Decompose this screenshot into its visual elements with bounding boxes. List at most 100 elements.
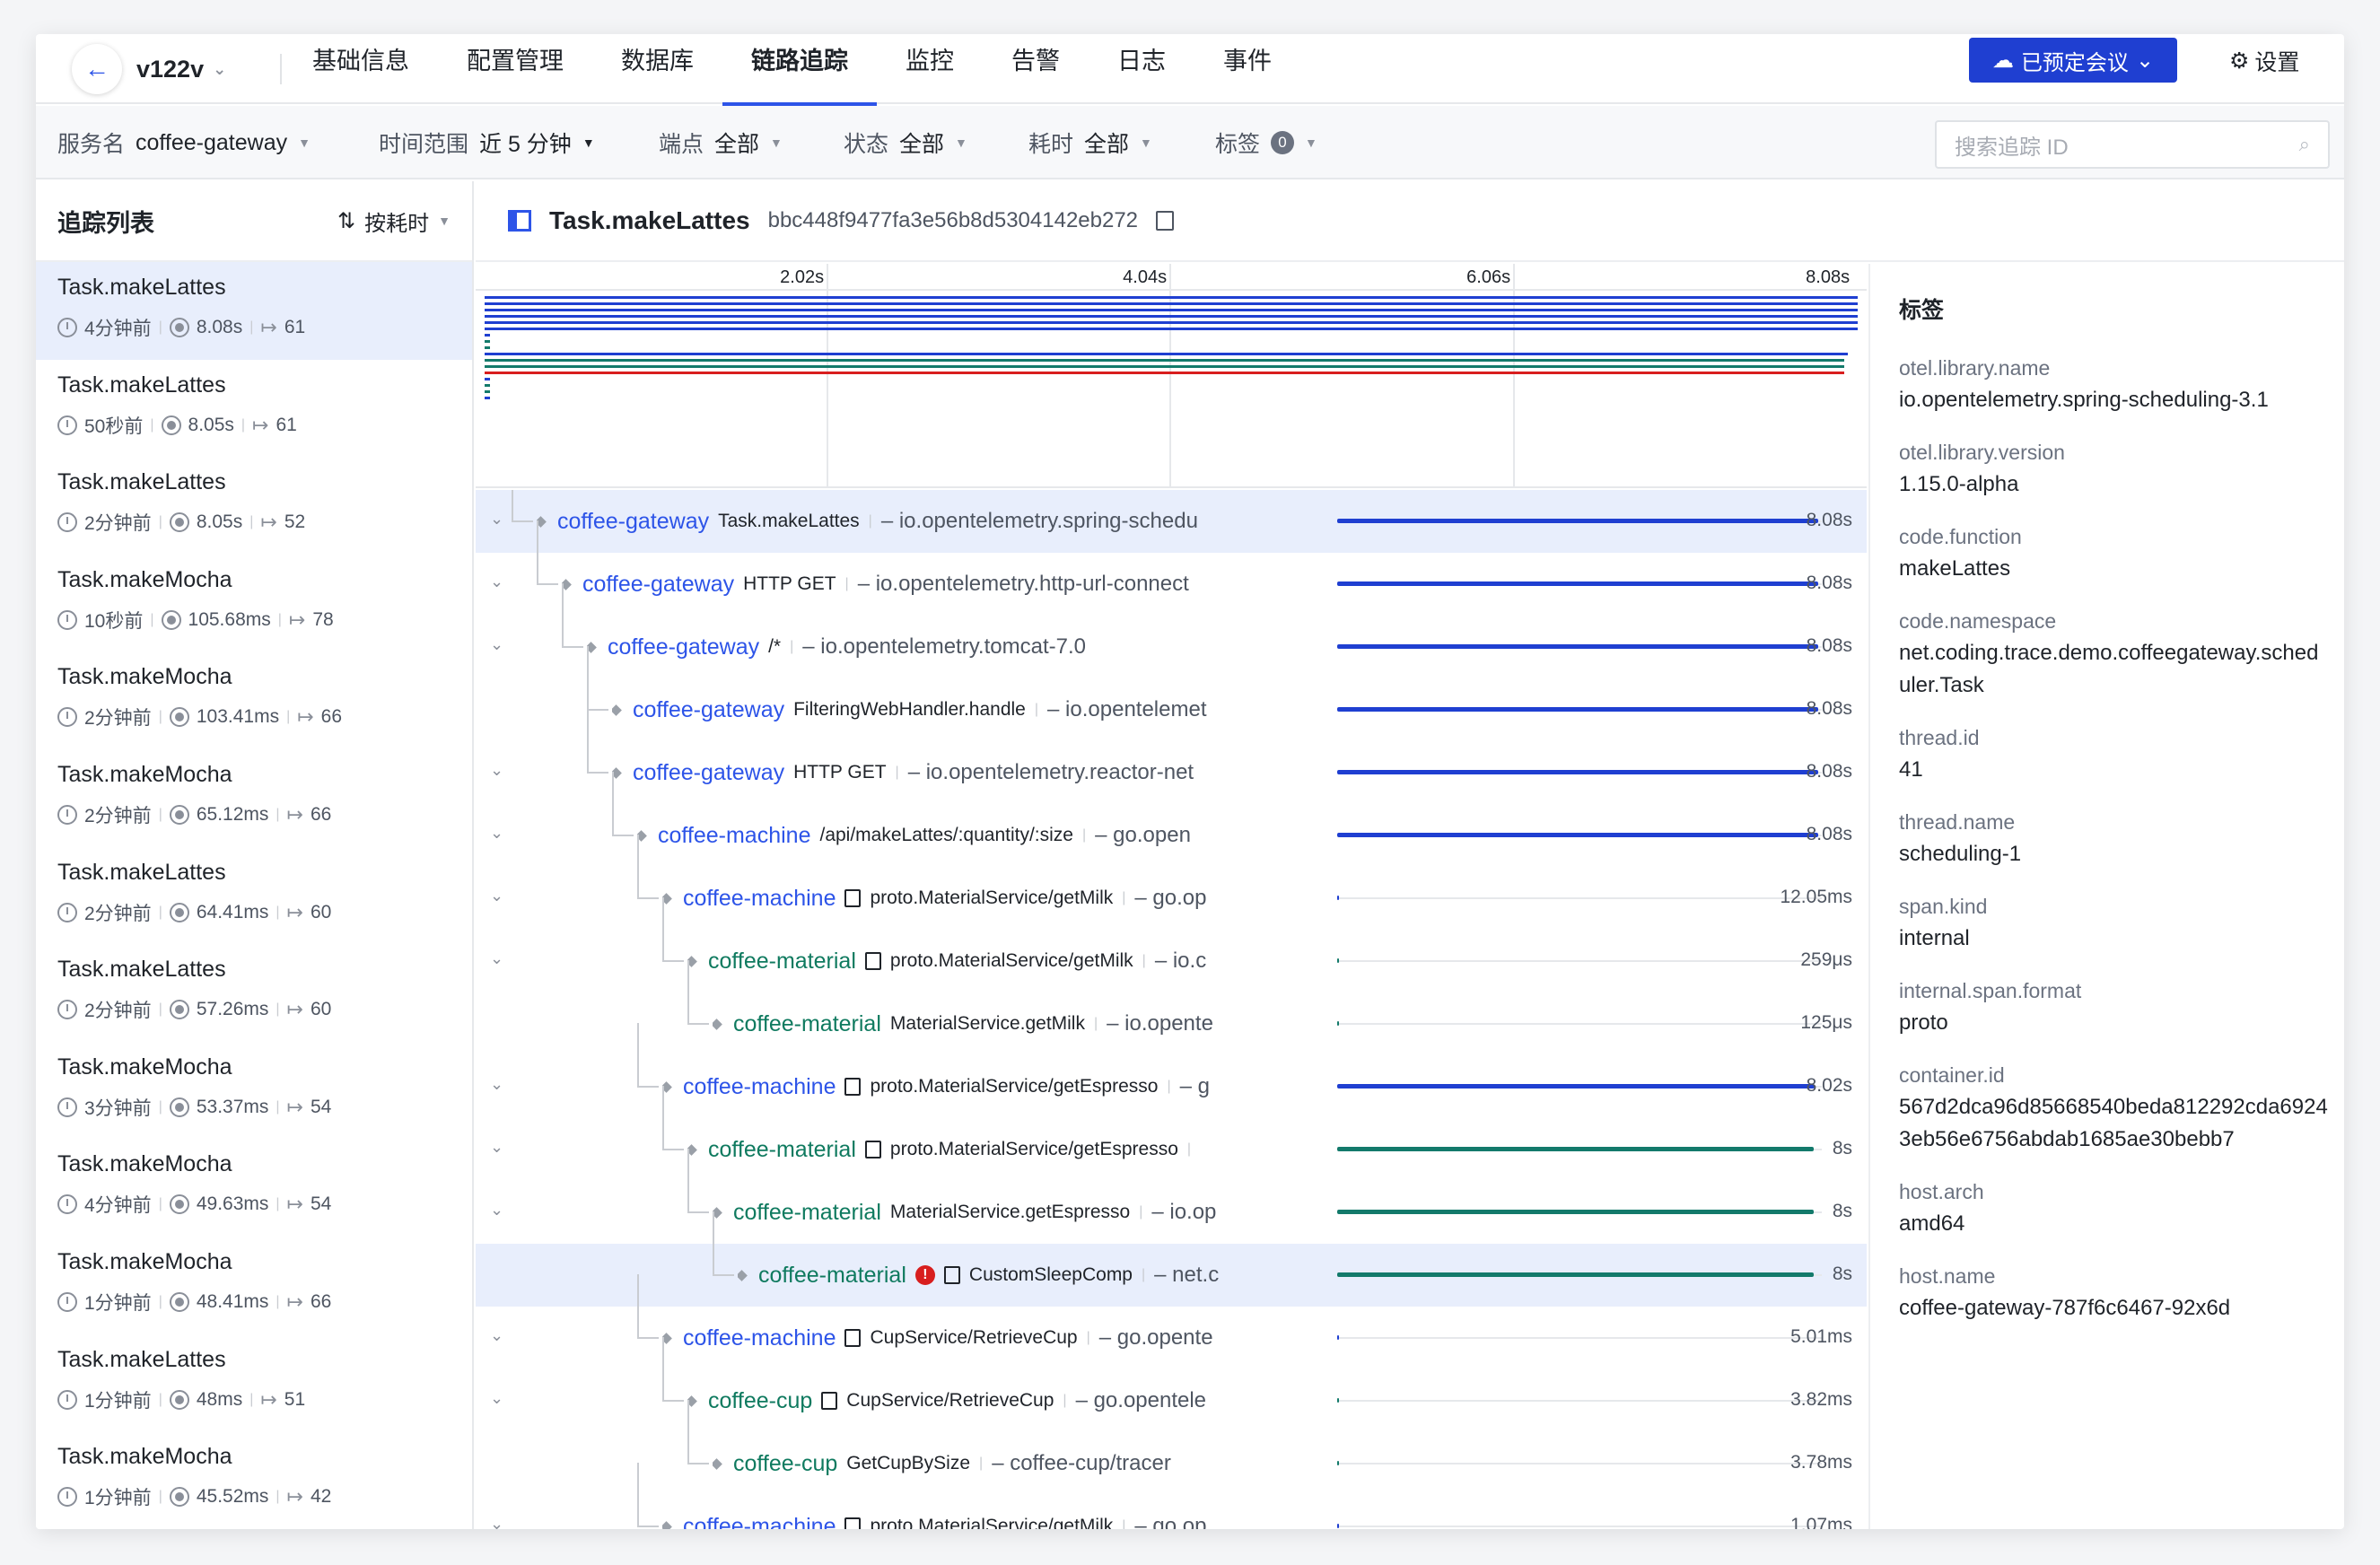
span-service-name[interactable]: coffee-machine xyxy=(683,886,836,912)
chevron-down-icon[interactable]: ⌄ xyxy=(490,635,503,654)
span-bar-track xyxy=(1337,960,1822,962)
span-row[interactable]: ⌄ coffee-machine/api/makeLattes/:quantity… xyxy=(476,772,1867,867)
filter-label: 时间范围 xyxy=(379,132,469,157)
back-arrow-icon[interactable]: ← xyxy=(72,44,122,94)
trace-list-item[interactable]: Task.makeMocha 4分钟前 | 49.63ms | ↦ 54 xyxy=(36,1139,472,1237)
span-service-name[interactable]: coffee-gateway xyxy=(633,697,784,723)
chevron-down-icon[interactable]: ⌄ xyxy=(490,1138,503,1157)
project-name: v122v xyxy=(136,55,205,83)
span-service-name[interactable]: coffee-material xyxy=(733,1200,881,1226)
nav-tab-7[interactable]: 事件 xyxy=(1194,34,1300,104)
span-service-name[interactable]: coffee-gateway xyxy=(633,760,784,786)
settings-label: 设置 xyxy=(2254,50,2300,75)
span-library: – net.c xyxy=(1154,1263,1220,1287)
span-row[interactable]: ⌄ coffee-gateway /* | – io.opentelemetry.tom… xyxy=(476,583,1867,678)
trace-list-item[interactable]: Task.makeMocha 1分钟前 | 48.41ms | ↦ 66 xyxy=(36,1237,472,1334)
span-service-name[interactable]: coffee-material xyxy=(708,949,856,975)
span-service-name[interactable]: coffee-machine xyxy=(658,823,810,849)
span-row[interactable]: ⌄ coffee-material proto.MaterialService/ge… xyxy=(476,1086,1867,1181)
trace-list-item[interactable]: Task.makeMocha 10秒前 | 105.68ms | ↦ 78 xyxy=(36,555,472,652)
booked-meeting-button[interactable]: ☁ 已预定会议 ⌄ xyxy=(1969,38,2177,83)
tree-connector xyxy=(612,772,614,835)
chevron-down-icon[interactable]: ⌄ xyxy=(490,887,503,905)
span-service-name[interactable]: coffee-cup xyxy=(708,1388,812,1414)
span-row[interactable]: ⌄ coffee-gateway Task.makeLattes | – io.open… xyxy=(476,490,1867,553)
span-service-name[interactable]: coffee-material xyxy=(733,1011,881,1037)
trace-list-item[interactable]: Task.makeLattes 2分钟前 | 64.41ms | ↦ 60 xyxy=(36,847,472,945)
tree-connector xyxy=(587,709,589,773)
trace-list-item[interactable]: Task.makeLattes 2分钟前 | 8.05s | ↦ 52 xyxy=(36,457,472,555)
span-duration: 1.07ms xyxy=(1790,1515,1852,1529)
chevron-down-icon[interactable]: ⌄ xyxy=(490,824,503,843)
span-duration: 125μs xyxy=(1800,1012,1852,1033)
span-service-name[interactable]: coffee-gateway xyxy=(582,572,734,598)
tags-filter[interactable]: 标签 0 ▼ xyxy=(1215,106,1317,179)
timer-icon xyxy=(161,415,181,435)
status-filter[interactable]: 状态 全部 ▼ xyxy=(844,106,967,179)
chevron-down-icon[interactable]: ⌄ xyxy=(490,510,503,529)
nav-tab-6[interactable]: 日志 xyxy=(1089,34,1194,104)
nav-tab-2[interactable]: 数据库 xyxy=(592,34,722,104)
span-row[interactable]: ⌄ coffee-machine proto.MaterialService/get… xyxy=(476,1023,1867,1118)
separator: | xyxy=(1086,1330,1090,1345)
filter-label: 标签 xyxy=(1215,132,1261,157)
span-service-name[interactable]: coffee-machine xyxy=(683,1325,836,1351)
span-service-name[interactable]: coffee-machine xyxy=(683,1514,836,1530)
trace-list-item[interactable]: Task.makeLattes 4分钟前 | 8.08s | ↦ 61 xyxy=(36,262,472,360)
span-service-name[interactable]: coffee-material xyxy=(708,1137,856,1163)
nav-tab-0[interactable]: 基础信息 xyxy=(284,34,438,104)
span-row[interactable]: coffee-cup GetCupBySize | – coffee-cup/trac… xyxy=(476,1400,1867,1495)
span-service-name[interactable]: coffee-cup xyxy=(733,1451,837,1477)
copy-icon[interactable] xyxy=(1156,211,1175,231)
tree-connector xyxy=(662,1149,684,1150)
span-service-name[interactable]: coffee-gateway xyxy=(608,634,759,660)
endpoint-filter[interactable]: 端点 全部 ▼ xyxy=(659,106,783,179)
span-row[interactable]: ⌄ coffee-material proto.MaterialService/ge… xyxy=(476,897,1867,992)
span-row[interactable]: ⌄ coffee-gateway HTTP GET | – io.opentelemet… xyxy=(476,709,1867,804)
span-row[interactable]: coffee-material MaterialService.getMilk | –… xyxy=(476,960,1867,1055)
trace-minimap[interactable]: 2.02s 4.04s 6.06s 8.08s xyxy=(476,264,1867,488)
duration-filter[interactable]: 耗时 全部 ▼ xyxy=(1028,106,1152,179)
chevron-down-icon[interactable]: ⌄ xyxy=(490,573,503,591)
span-service-name[interactable]: coffee-gateway xyxy=(557,509,709,535)
time-range-filter[interactable]: 时间范围 近 5 分钟 ▼ xyxy=(379,106,595,179)
sort-dropdown[interactable]: ⇅ 按耗时 ▼ xyxy=(337,205,451,237)
project-selector[interactable]: v122v ⌄ xyxy=(136,50,226,88)
span-service-name[interactable]: coffee-machine xyxy=(683,1074,836,1100)
nav-tab-4[interactable]: 监控 xyxy=(877,34,983,104)
span-row[interactable]: ⌄ coffee-cup CupService/RetrieveCup | – go.o… xyxy=(476,1337,1867,1432)
chevron-down-icon[interactable]: ⌄ xyxy=(490,1515,503,1529)
chevron-down-icon[interactable]: ⌄ xyxy=(490,1201,503,1220)
chevron-down-icon[interactable]: ⌄ xyxy=(490,1075,503,1094)
trace-list-item[interactable]: Task.makeMocha 2分钟前 | 65.12ms | ↦ 66 xyxy=(36,749,472,847)
span-row[interactable]: ⌄ coffee-gateway HTTP GET | – io.opentelemet… xyxy=(476,520,1867,616)
span-row[interactable]: coffee-gateway FilteringWebHandler.handle… xyxy=(476,646,1867,741)
nav-tab-1[interactable]: 配置管理 xyxy=(438,34,592,104)
trace-list-item[interactable]: Task.makeMocha 3分钟前 | 53.37ms | ↦ 54 xyxy=(36,1042,472,1140)
panel-toggle-icon[interactable] xyxy=(508,210,531,232)
trace-list-item[interactable]: Task.makeLattes 1分钟前 | 48ms | ↦ 51 xyxy=(36,1334,472,1432)
span-row[interactable]: ⌄ coffee-machine CupService/RetrieveCup | – … xyxy=(476,1274,1867,1369)
service-filter[interactable]: 服务名 coffee-gateway ▼ xyxy=(57,106,311,179)
span-row[interactable]: ⌄ coffee-material MaterialService.getEspre… xyxy=(476,1149,1867,1244)
trace-id-search-input[interactable]: 搜索追踪 ID ⌕ xyxy=(1935,120,2330,169)
log-note-icon xyxy=(844,889,862,907)
nav-tab-5[interactable]: 告警 xyxy=(983,34,1089,104)
chevron-down-icon[interactable]: ⌄ xyxy=(490,949,503,968)
chevron-down-icon[interactable]: ⌄ xyxy=(490,1326,503,1345)
nav-tab-3[interactable]: 链路追踪 xyxy=(722,34,877,106)
trace-list-item[interactable]: Task.makeLattes 2分钟前 | 57.26ms | ↦ 60 xyxy=(36,944,472,1042)
settings-button[interactable]: ⚙ 设置 xyxy=(2229,43,2299,79)
span-row[interactable]: ⌄ coffee-machine proto.MaterialService/get… xyxy=(476,1463,1867,1530)
chevron-down-icon[interactable]: ⌄ xyxy=(490,1389,503,1408)
trace-list-item[interactable]: Task.makeLattes 50秒前 | 8.05s | ↦ 61 xyxy=(36,360,472,458)
tag-item: thread.name scheduling-1 xyxy=(1899,806,2344,870)
span-row[interactable]: coffee-material! CustomSleepComp | – net.c 8… xyxy=(476,1211,1867,1307)
trace-list-item[interactable]: Task.makeMocha 2分钟前 | 103.41ms | ↦ 66 xyxy=(36,651,472,749)
trace-list-item[interactable]: Task.makeMocha 1分钟前 | 45.52ms | ↦ 42 xyxy=(36,1431,472,1529)
span-row[interactable]: ⌄ coffee-machine proto.MaterialService/get… xyxy=(476,835,1867,930)
chevron-down-icon[interactable]: ⌄ xyxy=(490,761,503,780)
tree-connector xyxy=(637,897,659,899)
span-service-name[interactable]: coffee-material xyxy=(758,1263,906,1289)
tag-key: host.arch xyxy=(1899,1180,1984,1203)
